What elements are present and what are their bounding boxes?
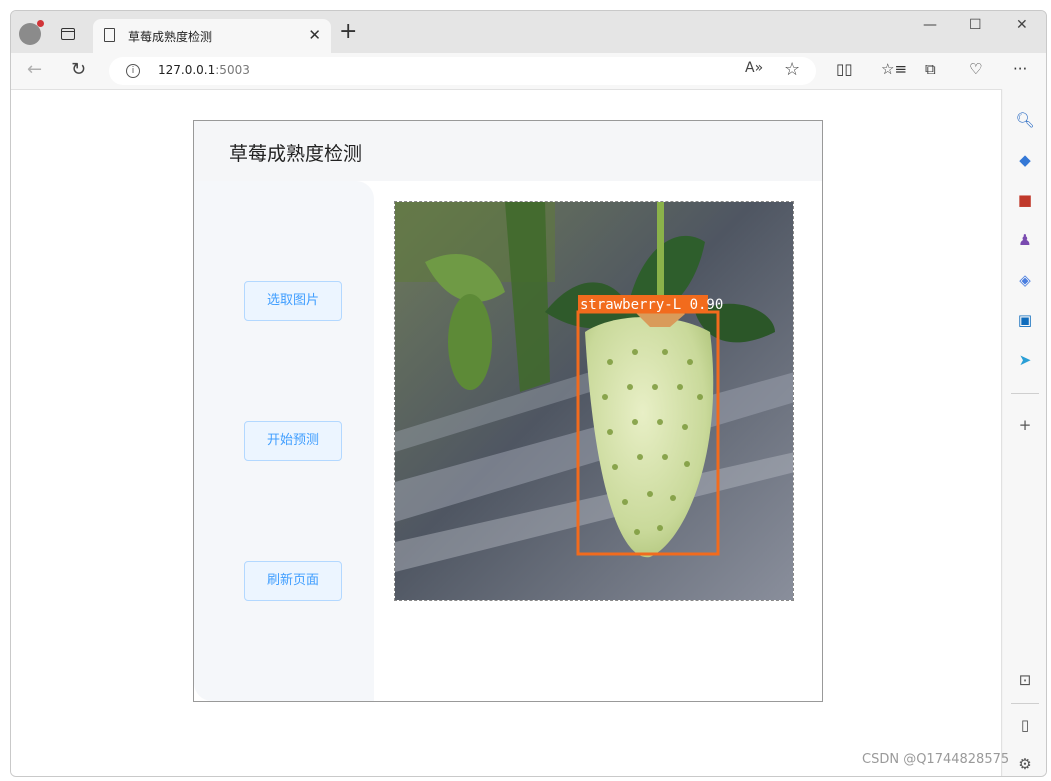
start-predict-button[interactable]: 开始预测	[244, 421, 342, 461]
maximize-button[interactable]: ☐	[969, 17, 982, 33]
profile-avatar-icon[interactable]	[19, 20, 44, 45]
url-text[interactable]: 127.0.0.1:5003	[158, 63, 250, 77]
sidebar-divider-bottom	[1011, 703, 1039, 704]
tab-close-icon[interactable]: ✕	[308, 26, 321, 44]
button-panel: 选取图片 开始预测 刷新页面	[194, 181, 374, 701]
more-icon[interactable]: ···	[1013, 60, 1027, 78]
back-icon[interactable]: ←	[27, 59, 42, 80]
close-window-button[interactable]: ✕	[1016, 17, 1028, 33]
new-tab-button[interactable]: +	[339, 21, 357, 43]
page-viewport: 草莓成熟度检测 选取图片 开始预测 刷新页面 strawberry-L 0.90	[11, 89, 1002, 776]
search-icon[interactable]: 🔍︎	[1014, 109, 1036, 131]
outlook-icon[interactable]: ▣	[1014, 309, 1036, 331]
favorite-star-icon[interactable]: ☆	[784, 59, 800, 80]
tab-actions-icon[interactable]	[61, 28, 75, 40]
shopping-tag-icon[interactable]: ◆	[1014, 149, 1036, 171]
select-image-button[interactable]: 选取图片	[244, 281, 342, 321]
browser-window: 草莓成熟度检测 ✕ + — ☐ ✕ ← ↻ i 127.0.0.1:5003 A…	[10, 10, 1047, 777]
browser-essentials-icon[interactable]: ♡	[969, 60, 982, 78]
add-icon[interactable]: +	[1014, 414, 1036, 436]
refresh-icon[interactable]: ↻	[71, 59, 86, 80]
address-bar[interactable]: i 127.0.0.1:5003 A» ☆	[109, 57, 816, 85]
site-info-icon[interactable]: i	[126, 64, 140, 78]
collections-icon[interactable]: ⧉	[925, 60, 936, 78]
favorites-icon[interactable]: ☆≡	[881, 60, 907, 78]
split-screen-icon[interactable]: ▯▯	[836, 60, 853, 78]
app-container: 草莓成熟度检测 选取图片 开始预测 刷新页面 strawberry-L 0.90	[193, 120, 823, 702]
sidebar-divider	[1011, 393, 1039, 394]
watermark: CSDN @Q1744828575	[862, 752, 1010, 767]
edge-sidebar: 🔍︎ ◆ ■ ♟ ◈ ▣ ➤ + ⊡ ▯ ⚙	[1003, 89, 1046, 776]
tools-icon[interactable]: ■	[1014, 189, 1036, 211]
detection-label: strawberry-L 0.90	[580, 297, 723, 313]
tab-bar: 草莓成熟度检测 ✕ + — ☐ ✕	[11, 11, 1046, 53]
sidebar-toggle-icon[interactable]: ▯	[1014, 714, 1036, 736]
games-icon[interactable]: ♟	[1014, 229, 1036, 251]
minimize-button[interactable]: —	[923, 17, 937, 33]
page-icon	[104, 28, 115, 42]
page-title: 草莓成熟度检测	[229, 143, 363, 165]
strawberry-photo: strawberry-L 0.90	[395, 202, 793, 600]
app-header: 草莓成熟度检测	[194, 121, 822, 181]
address-toolbar: ← ↻ i 127.0.0.1:5003 A» ☆ ▯▯ ☆≡ ⧉ ♡ ···	[11, 53, 1046, 89]
result-image: strawberry-L 0.90	[394, 201, 794, 601]
telegram-icon[interactable]: ➤	[1014, 349, 1036, 371]
settings-icon[interactable]: ⚙	[1014, 753, 1036, 775]
tab-title: 草莓成熟度检测	[128, 30, 213, 44]
copilot-icon[interactable]: ◈	[1014, 269, 1036, 291]
refresh-page-button[interactable]: 刷新页面	[244, 561, 342, 601]
screenshot-icon[interactable]: ⊡	[1014, 669, 1036, 691]
read-aloud-icon[interactable]: A»	[745, 60, 763, 76]
active-tab[interactable]: 草莓成熟度检测 ✕	[93, 19, 331, 53]
